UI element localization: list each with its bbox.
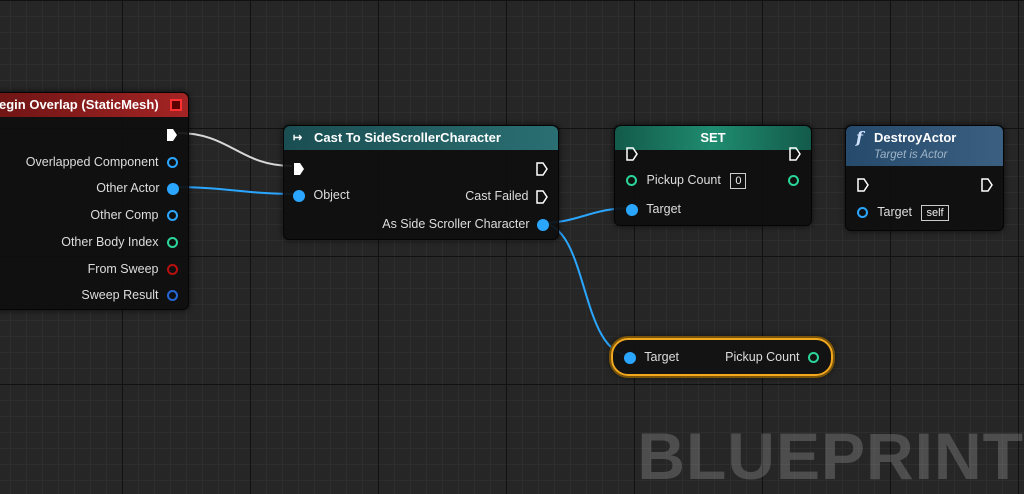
struct-pin-icon xyxy=(167,290,178,302)
pin-label: Other Body Index xyxy=(61,235,159,249)
exec-in-icon xyxy=(857,177,869,192)
object-pin-icon xyxy=(167,157,178,169)
pin-other-actor[interactable]: Other Actor xyxy=(96,179,178,197)
pin-other-body-index[interactable]: Other Body Index xyxy=(61,233,178,251)
pin-label: Target xyxy=(877,205,912,219)
object-pin-icon xyxy=(168,183,178,194)
destroy-exec-in[interactable] xyxy=(857,175,869,193)
pin-label: Cast Failed xyxy=(465,189,529,203)
destroy-exec-out[interactable] xyxy=(981,175,993,193)
pickup-count-value-field[interactable]: 0 xyxy=(730,173,747,189)
exec-out-icon xyxy=(789,146,801,161)
cast-node[interactable]: ↦ Cast To SideScrollerCharacter Object C… xyxy=(283,125,559,240)
pin-label: From Sweep xyxy=(87,262,159,276)
pin-label: As Side Scroller Character xyxy=(382,217,530,231)
set-node-title: SET xyxy=(700,130,726,145)
cast-object-pin[interactable]: Object xyxy=(294,186,350,204)
object-pin-icon xyxy=(625,352,635,363)
pin-label: Pickup Count xyxy=(725,350,800,364)
set-exec-in[interactable] xyxy=(626,144,638,162)
destroy-target-pin[interactable]: Target self xyxy=(857,203,949,221)
cast-node-title: Cast To SideScrollerCharacter xyxy=(314,130,501,145)
cast-node-header[interactable]: ↦ Cast To SideScrollerCharacter xyxy=(284,126,558,150)
wire-other-actor-to-object xyxy=(169,186,300,195)
event-exec-out[interactable] xyxy=(166,125,178,143)
blueprint-watermark: BLUEPRINT xyxy=(637,419,1024,493)
wire-cast-to-getter-target xyxy=(539,222,633,357)
pin-other-comp[interactable]: Other Comp xyxy=(90,206,178,224)
set-node[interactable]: SET Pickup Count 0 Target xyxy=(614,125,812,226)
bool-pin-icon xyxy=(167,264,178,276)
set-exec-out[interactable] xyxy=(789,144,801,162)
pin-label: Object xyxy=(313,188,350,202)
pin-label: Target xyxy=(646,202,681,216)
cast-as-pin[interactable]: As Side Scroller Character xyxy=(382,215,548,233)
pin-label: Other Comp xyxy=(90,208,159,222)
int-pin-icon xyxy=(808,352,819,364)
int-pin-icon xyxy=(626,175,637,187)
pin-label: Overlapped Component xyxy=(25,155,159,169)
object-pin-icon xyxy=(627,204,637,215)
event-delegate-icon xyxy=(170,99,182,111)
pin-label: Pickup Count xyxy=(646,173,721,187)
target-self-field[interactable]: self xyxy=(921,205,949,221)
object-pin-icon xyxy=(167,210,178,222)
set-pickup-count-pin[interactable]: Pickup Count 0 xyxy=(626,171,747,189)
getter-target-pin[interactable]: Target xyxy=(625,348,679,366)
event-node-begin-overlap[interactable]: egin Overlap (StaticMesh) Overlapped Com… xyxy=(0,92,189,310)
getter-pickup-count-pin[interactable]: Pickup Count xyxy=(725,348,819,366)
cast-failed-pin[interactable]: Cast Failed xyxy=(465,187,548,205)
pin-sweep-result[interactable]: Sweep Result xyxy=(81,286,178,304)
pickup-count-getter-node[interactable]: Target Pickup Count xyxy=(611,338,833,376)
cast-icon: ↦ xyxy=(293,132,303,144)
function-icon: f xyxy=(856,128,863,147)
object-pin-icon xyxy=(857,207,868,219)
cast-exec-out[interactable] xyxy=(536,159,548,177)
destroy-node-subtitle: Target is Actor xyxy=(874,149,948,161)
exec-wire-event-to-cast xyxy=(177,132,293,167)
int-pin-icon xyxy=(788,175,799,187)
exec-out-icon xyxy=(536,189,548,204)
exec-out-icon xyxy=(536,161,548,176)
cast-exec-in[interactable] xyxy=(293,159,305,177)
exec-out-icon xyxy=(981,177,993,192)
exec-in-icon xyxy=(294,162,304,175)
exec-in-icon xyxy=(626,146,638,161)
destroy-actor-node[interactable]: f DestroyActor Target is Actor Target se… xyxy=(845,125,1004,231)
event-node-title: egin Overlap (StaticMesh) xyxy=(0,97,159,112)
pin-label: Sweep Result xyxy=(81,288,159,302)
int-pin-icon xyxy=(167,237,178,249)
object-pin-icon xyxy=(294,190,304,201)
set-pickup-out-pin[interactable] xyxy=(788,171,799,189)
exec-out-icon xyxy=(167,128,177,141)
pin-label: Target xyxy=(644,350,679,364)
set-target-pin[interactable]: Target xyxy=(627,200,681,218)
set-node-header[interactable]: SET xyxy=(615,126,811,150)
event-node-header[interactable]: egin Overlap (StaticMesh) xyxy=(0,93,188,117)
pin-from-sweep[interactable]: From Sweep xyxy=(88,260,178,278)
destroy-node-header[interactable]: f DestroyActor Target is Actor xyxy=(846,126,1003,166)
pin-overlapped-component[interactable]: Overlapped Component xyxy=(26,153,178,171)
object-pin-icon xyxy=(538,219,548,230)
pin-label: Other Actor xyxy=(96,181,160,195)
